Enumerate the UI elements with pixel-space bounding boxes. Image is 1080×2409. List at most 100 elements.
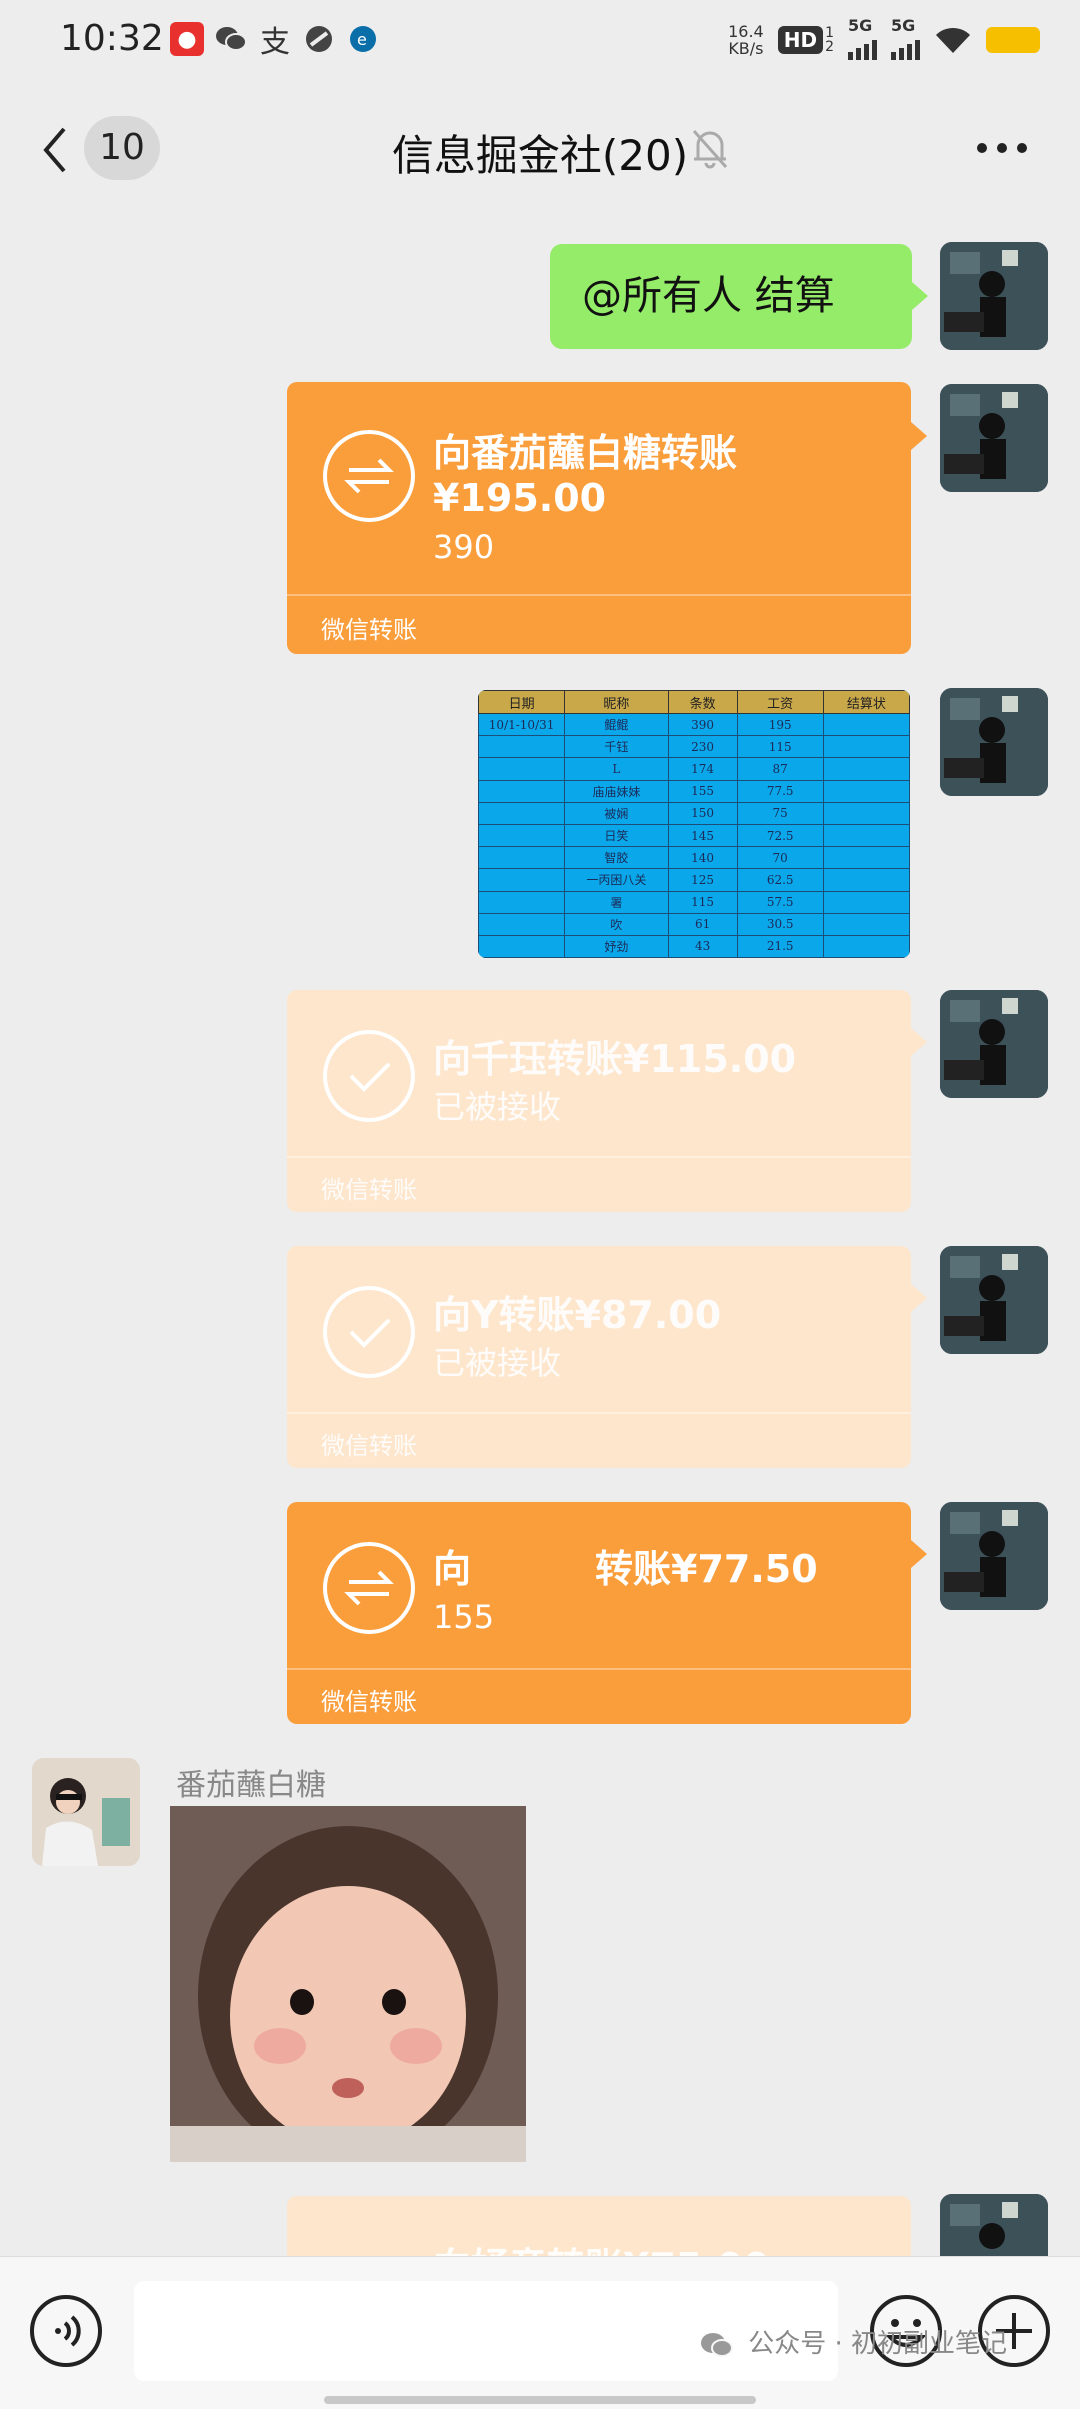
transfer-arrows-icon — [323, 1542, 415, 1634]
battery-icon — [986, 27, 1040, 53]
bell-off-icon — [692, 130, 728, 169]
table-cell — [478, 934, 566, 958]
table-cell — [822, 801, 910, 825]
system-status: 16.4 KB/s HD 12 5G 5G — [728, 16, 1040, 60]
my-avatar[interactable] — [940, 2194, 1048, 2256]
table-cell — [822, 912, 910, 936]
transfer-card-partial[interactable]: 向妤童转账¥75.00 — [287, 2196, 911, 2256]
transfer-card[interactable]: 向番茄蘸白糖转账 ¥195.00 390 微信转账 — [287, 382, 911, 654]
table-cell: 125 — [667, 868, 738, 892]
home-indicator — [324, 2396, 756, 2404]
table-header: 结算状 — [822, 690, 910, 714]
table-cell: 390 — [667, 712, 738, 737]
bubble-tail — [911, 1284, 927, 1312]
table-cell — [478, 779, 566, 803]
check-circle-icon — [323, 1030, 415, 1122]
table-cell: 一丙困八关 — [564, 868, 669, 892]
my-avatar[interactable] — [940, 990, 1048, 1098]
my-avatar[interactable] — [940, 1246, 1048, 1354]
transfer-status: 已被接收 — [433, 1088, 562, 1126]
signal-2-icon: 5G — [891, 16, 920, 60]
table-cell — [478, 823, 566, 848]
table-row: 智胶 140 70 — [478, 846, 910, 870]
wechat-official-icon — [701, 2332, 733, 2357]
bubble-tail — [912, 282, 928, 310]
sticker-image[interactable] — [170, 1806, 526, 2162]
transfer-footer: 微信转账 — [321, 1176, 417, 1204]
wechat-icon — [214, 22, 248, 56]
table-cell: 日笑 — [564, 823, 669, 848]
my-avatar[interactable] — [940, 688, 1048, 796]
table-cell: 115 — [736, 735, 824, 759]
transfer-note: 155 — [433, 1598, 495, 1636]
table-cell — [822, 712, 910, 737]
table-cell — [822, 846, 910, 870]
check-circle-icon — [323, 1286, 415, 1378]
divider — [287, 1668, 911, 1670]
bubble-tail — [911, 1028, 927, 1056]
table-cell: 43 — [667, 934, 738, 958]
status-time: 10:32 — [60, 18, 164, 59]
table-cell: 10/1-10/31 — [478, 712, 566, 737]
transfer-footer: 微信转账 — [321, 1432, 417, 1460]
table-cell: 115 — [667, 890, 738, 914]
table-cell: 75 — [736, 801, 824, 825]
table-cell: 30.5 — [736, 912, 824, 936]
table-cell: 70 — [736, 846, 824, 870]
transfer-title: 向千珏转账¥115.00 — [433, 1037, 797, 1081]
network-speed: 16.4 KB/s — [728, 22, 764, 58]
my-avatar[interactable] — [940, 1502, 1048, 1610]
signal-1-icon: 5G — [848, 16, 877, 60]
table-cell: 155 — [667, 779, 738, 803]
table-cell: 千钰 — [564, 735, 669, 759]
table-row: L 174 87 — [478, 757, 910, 781]
table-cell — [822, 757, 910, 781]
table-cell: L — [564, 757, 669, 781]
table-cell — [822, 735, 910, 759]
table-header: 条数 — [667, 690, 738, 714]
input-toolbar: 公众号 · 初初副业笔记 — [0, 2256, 1080, 2409]
bubble-tail — [911, 1540, 927, 1568]
svg-text:e: e — [357, 30, 367, 49]
text-message[interactable]: @所有人 结算 — [550, 244, 912, 349]
watermark: 公众号 · 初初副业笔记 — [700, 2323, 1007, 2360]
table-cell: 57.5 — [736, 890, 824, 914]
table-cell: 62.5 — [736, 868, 824, 892]
divider — [287, 1412, 911, 1414]
voice-icon[interactable] — [28, 2293, 104, 2369]
table-header: 日期 — [478, 690, 566, 714]
more-icon[interactable] — [976, 142, 1028, 154]
transfer-title-suffix: 转账¥77.50 — [595, 1547, 818, 1591]
table-header: 昵称 — [564, 690, 669, 714]
table-cell: 被娴 — [564, 801, 669, 825]
alipay-icon: 支 — [260, 25, 290, 60]
divider — [287, 594, 911, 596]
table-cell — [478, 846, 566, 870]
table-cell — [822, 779, 910, 803]
transfer-card[interactable]: 向 转账¥77.50 155 微信转账 — [287, 1502, 911, 1724]
status-bar: 10:32 ● 支 e 16.4 KB/s HD 12 5G 5G — [0, 0, 1080, 80]
transfer-card-received[interactable]: 向千珏转账¥115.00 已被接收 微信转账 — [287, 990, 911, 1212]
transfer-arrows-icon — [323, 430, 415, 522]
transfer-note: 390 — [433, 528, 495, 566]
hd-indicator: HD 12 — [777, 26, 834, 54]
table-cell: 妤劲 — [564, 934, 669, 958]
my-avatar[interactable] — [940, 242, 1048, 350]
transfer-footer: 微信转账 — [321, 1688, 417, 1716]
transfer-title: 向Y转账¥87.00 — [433, 1293, 722, 1337]
table-cell — [478, 868, 566, 892]
my-avatar[interactable] — [940, 384, 1048, 492]
sender-name: 番茄蘸白糖 — [176, 1768, 326, 1803]
table-cell — [822, 890, 910, 914]
chat-header: 10 信息掘金社(20) — [0, 80, 1080, 220]
table-row: 10/1-10/31 鲲鲲 390 195 — [478, 712, 910, 737]
transfer-title: 向番茄蘸白糖转账 — [433, 431, 738, 475]
spreadsheet-image[interactable]: 日期 昵称 条数 工资 结算状 10/1-10/31 鲲鲲 390 195 千钰 230 1… — [478, 690, 910, 958]
bubble-tail — [911, 422, 927, 450]
table-row: 日笑 145 72.5 — [478, 823, 910, 848]
table-cell: 72.5 — [736, 823, 824, 848]
transfer-card-received[interactable]: 向Y转账¥87.00 已被接收 微信转账 — [287, 1246, 911, 1468]
contact-avatar[interactable] — [32, 1758, 140, 1866]
transfer-title: 向妤童转账¥75.00 — [433, 2236, 770, 2256]
table-cell: 150 — [667, 801, 738, 825]
